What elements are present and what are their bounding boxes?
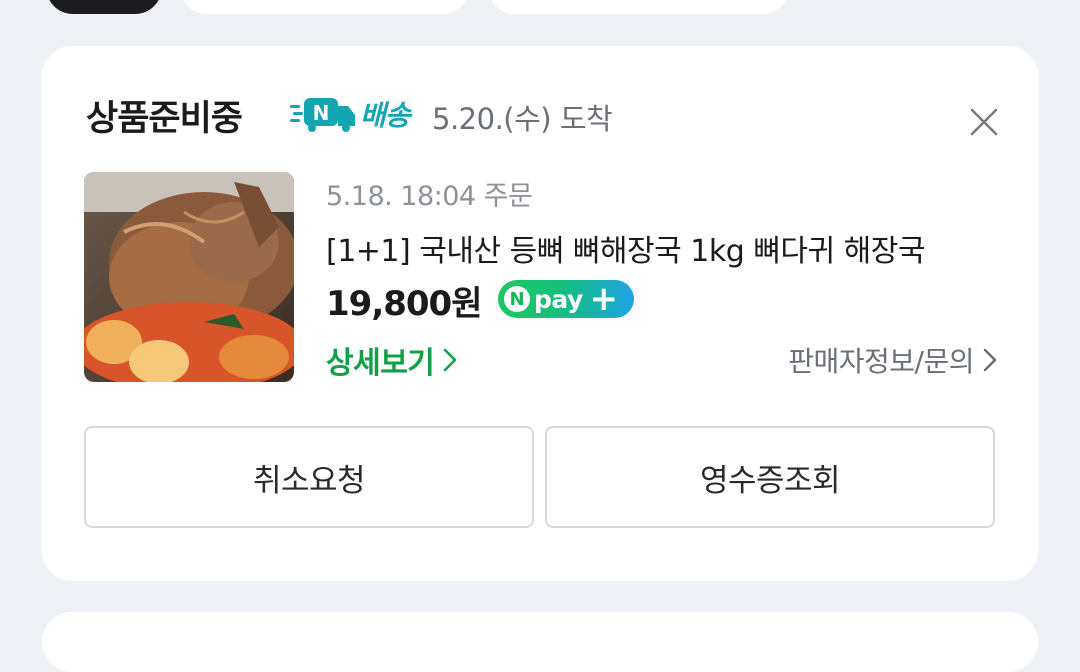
product-name[interactable]: [1+1] 국내산 등뼈 뼈해장국 1kg 뼈다귀 해장국 xyxy=(326,226,996,270)
arrival-date: 5.20.(수) 도착 xyxy=(432,102,613,136)
delivery-badge-label: 배송 xyxy=(360,99,411,132)
top-chip-active[interactable] xyxy=(46,0,162,14)
chevron-right-icon xyxy=(983,348,997,372)
seller-info-label: 판매자정보/문의 xyxy=(788,345,974,378)
seller-info-link[interactable]: 판매자정보/문의 xyxy=(788,340,998,380)
next-order-card xyxy=(42,612,1038,672)
cancel-request-button[interactable]: 취소요청 xyxy=(84,426,534,528)
receipt-button[interactable]: 영수증조회 xyxy=(545,426,995,528)
chevron-right-icon xyxy=(444,348,457,372)
product-thumbnail[interactable] xyxy=(84,172,294,382)
npay-n-icon: N xyxy=(504,286,530,312)
top-chip[interactable] xyxy=(488,0,790,14)
npay-plus-badge: N pay + xyxy=(498,280,634,318)
npay-label: pay xyxy=(534,284,583,314)
n-delivery-badge: N 배송 xyxy=(290,94,411,134)
close-icon[interactable] xyxy=(964,102,1004,142)
order-status: 상품준비중 xyxy=(86,99,243,139)
order-date: 5.18. 18:04 주문 xyxy=(326,181,533,212)
detail-link[interactable]: 상세보기 xyxy=(326,338,458,382)
plus-icon: + xyxy=(589,279,619,319)
svg-text:N: N xyxy=(313,101,330,125)
top-chip[interactable] xyxy=(180,0,470,14)
detail-link-label: 상세보기 xyxy=(326,346,435,381)
n-delivery-truck-icon: N xyxy=(290,98,355,132)
product-price: 19,800원 xyxy=(326,284,482,324)
order-card: 상품준비중 N 배송 5.20.(수) 도착 5.18. 18:04 주문 [1… xyxy=(42,46,1038,581)
